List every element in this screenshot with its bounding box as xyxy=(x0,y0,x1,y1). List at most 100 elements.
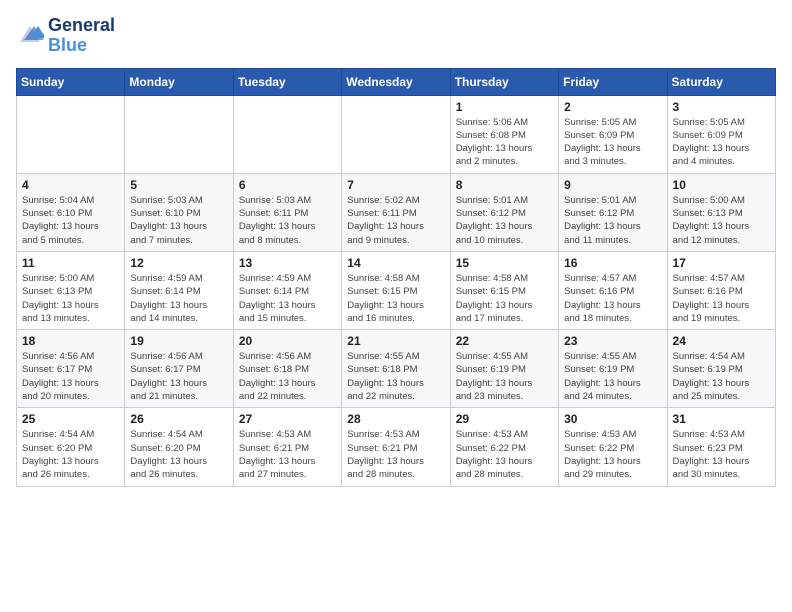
day-info: Sunrise: 4:56 AM Sunset: 6:17 PM Dayligh… xyxy=(22,350,119,403)
day-info: Sunrise: 4:55 AM Sunset: 6:19 PM Dayligh… xyxy=(564,350,661,403)
day-cell-21: 21Sunrise: 4:55 AM Sunset: 6:18 PM Dayli… xyxy=(342,330,450,408)
day-cell-15: 15 Sunrise: 4:58 AM Sunset: 6:15 PM Dayli… xyxy=(450,251,558,329)
day-info: Sunrise: 4:59 AM Sunset: 6:14 PM Dayligh… xyxy=(130,272,227,325)
logo-text: GeneralBlue xyxy=(48,16,115,56)
logo-icon xyxy=(16,22,44,50)
day-cell-17: 17 Sunrise: 4:57 AM Sunset: 6:16 PM Dayli… xyxy=(667,251,775,329)
day-info: Sunrise: 4:53 AM Sunset: 6:22 PM Dayligh… xyxy=(564,428,661,481)
day-cell-13: 13 Sunrise: 4:59 AM Sunset: 6:14 PM Dayli… xyxy=(233,251,341,329)
day-cell-3: 3 Sunrise: 5:05 AM Sunset: 6:09 PM Daylig… xyxy=(667,95,775,173)
day-info: Sunrise: 4:57 AM Sunset: 6:16 PM Dayligh… xyxy=(564,272,661,325)
calendar-table: SundayMondayTuesdayWednesdayThursdayFrid… xyxy=(16,68,776,487)
day-info: Sunrise: 5:02 AM Sunset: 6:11 PM Dayligh… xyxy=(347,194,444,247)
day-number: 11 xyxy=(22,256,119,270)
day-info: Sunrise: 4:56 AM Sunset: 6:17 PM Dayligh… xyxy=(130,350,227,403)
week-row-3: 11 Sunrise: 5:00 AM Sunset: 6:13 PM Dayli… xyxy=(17,251,776,329)
day-number: 20 xyxy=(239,334,336,348)
day-cell-4: 4Sunrise: 5:04 AM Sunset: 6:10 PM Daylig… xyxy=(17,173,125,251)
day-cell-27: 27Sunrise: 4:53 AM Sunset: 6:21 PM Dayli… xyxy=(233,408,341,486)
day-info: Sunrise: 4:53 AM Sunset: 6:22 PM Dayligh… xyxy=(456,428,553,481)
day-number: 31 xyxy=(673,412,770,426)
day-cell-5: 5 Sunrise: 5:03 AM Sunset: 6:10 PM Daylig… xyxy=(125,173,233,251)
day-number: 9 xyxy=(564,178,661,192)
week-row-4: 18Sunrise: 4:56 AM Sunset: 6:17 PM Dayli… xyxy=(17,330,776,408)
day-number: 23 xyxy=(564,334,661,348)
day-number: 1 xyxy=(456,100,553,114)
day-number: 14 xyxy=(347,256,444,270)
day-info: Sunrise: 4:58 AM Sunset: 6:15 PM Dayligh… xyxy=(456,272,553,325)
week-row-1: 1 Sunrise: 5:06 AM Sunset: 6:08 PM Daylig… xyxy=(17,95,776,173)
weekday-header-row: SundayMondayTuesdayWednesdayThursdayFrid… xyxy=(17,68,776,95)
day-cell-16: 16 Sunrise: 4:57 AM Sunset: 6:16 PM Dayli… xyxy=(559,251,667,329)
day-info: Sunrise: 4:53 AM Sunset: 6:21 PM Dayligh… xyxy=(347,428,444,481)
day-cell-8: 8 Sunrise: 5:01 AM Sunset: 6:12 PM Daylig… xyxy=(450,173,558,251)
day-number: 22 xyxy=(456,334,553,348)
week-row-2: 4Sunrise: 5:04 AM Sunset: 6:10 PM Daylig… xyxy=(17,173,776,251)
day-cell-30: 30Sunrise: 4:53 AM Sunset: 6:22 PM Dayli… xyxy=(559,408,667,486)
day-info: Sunrise: 4:57 AM Sunset: 6:16 PM Dayligh… xyxy=(673,272,770,325)
day-number: 15 xyxy=(456,256,553,270)
day-number: 17 xyxy=(673,256,770,270)
day-number: 16 xyxy=(564,256,661,270)
day-cell-20: 20 Sunrise: 4:56 AM Sunset: 6:18 PM Dayli… xyxy=(233,330,341,408)
day-info: Sunrise: 5:00 AM Sunset: 6:13 PM Dayligh… xyxy=(22,272,119,325)
day-info: Sunrise: 5:03 AM Sunset: 6:10 PM Dayligh… xyxy=(130,194,227,247)
week-row-5: 25 Sunrise: 4:54 AM Sunset: 6:20 PM Dayli… xyxy=(17,408,776,486)
day-info: Sunrise: 4:54 AM Sunset: 6:20 PM Dayligh… xyxy=(130,428,227,481)
weekday-header-friday: Friday xyxy=(559,68,667,95)
day-number: 5 xyxy=(130,178,227,192)
day-cell-19: 19 Sunrise: 4:56 AM Sunset: 6:17 PM Dayli… xyxy=(125,330,233,408)
day-info: Sunrise: 4:56 AM Sunset: 6:18 PM Dayligh… xyxy=(239,350,336,403)
day-number: 13 xyxy=(239,256,336,270)
day-cell-24: 24Sunrise: 4:54 AM Sunset: 6:19 PM Dayli… xyxy=(667,330,775,408)
day-cell-9: 9Sunrise: 5:01 AM Sunset: 6:12 PM Daylig… xyxy=(559,173,667,251)
day-info: Sunrise: 5:05 AM Sunset: 6:09 PM Dayligh… xyxy=(673,116,770,169)
day-number: 19 xyxy=(130,334,227,348)
day-number: 8 xyxy=(456,178,553,192)
day-number: 24 xyxy=(673,334,770,348)
page-header: GeneralBlue xyxy=(16,16,776,56)
weekday-header-saturday: Saturday xyxy=(667,68,775,95)
day-number: 25 xyxy=(22,412,119,426)
day-cell-1: 1 Sunrise: 5:06 AM Sunset: 6:08 PM Daylig… xyxy=(450,95,558,173)
day-info: Sunrise: 5:01 AM Sunset: 6:12 PM Dayligh… xyxy=(456,194,553,247)
day-cell-28: 28 Sunrise: 4:53 AM Sunset: 6:21 PM Dayli… xyxy=(342,408,450,486)
day-number: 21 xyxy=(347,334,444,348)
day-cell-26: 26 Sunrise: 4:54 AM Sunset: 6:20 PM Dayli… xyxy=(125,408,233,486)
day-cell-10: 10 Sunrise: 5:00 AM Sunset: 6:13 PM Dayli… xyxy=(667,173,775,251)
weekday-header-monday: Monday xyxy=(125,68,233,95)
weekday-header-wednesday: Wednesday xyxy=(342,68,450,95)
day-info: Sunrise: 5:00 AM Sunset: 6:13 PM Dayligh… xyxy=(673,194,770,247)
day-cell-22: 22 Sunrise: 4:55 AM Sunset: 6:19 PM Dayli… xyxy=(450,330,558,408)
empty-cell xyxy=(17,95,125,173)
day-number: 10 xyxy=(673,178,770,192)
day-number: 28 xyxy=(347,412,444,426)
day-number: 6 xyxy=(239,178,336,192)
day-number: 29 xyxy=(456,412,553,426)
day-cell-23: 23 Sunrise: 4:55 AM Sunset: 6:19 PM Dayli… xyxy=(559,330,667,408)
day-info: Sunrise: 4:53 AM Sunset: 6:21 PM Dayligh… xyxy=(239,428,336,481)
day-number: 12 xyxy=(130,256,227,270)
empty-cell xyxy=(342,95,450,173)
day-info: Sunrise: 4:53 AM Sunset: 6:23 PM Dayligh… xyxy=(673,428,770,481)
day-info: Sunrise: 4:55 AM Sunset: 6:19 PM Dayligh… xyxy=(456,350,553,403)
day-info: Sunrise: 5:06 AM Sunset: 6:08 PM Dayligh… xyxy=(456,116,553,169)
day-info: Sunrise: 4:59 AM Sunset: 6:14 PM Dayligh… xyxy=(239,272,336,325)
day-info: Sunrise: 5:03 AM Sunset: 6:11 PM Dayligh… xyxy=(239,194,336,247)
day-number: 26 xyxy=(130,412,227,426)
day-info: Sunrise: 4:54 AM Sunset: 6:20 PM Dayligh… xyxy=(22,428,119,481)
day-cell-18: 18Sunrise: 4:56 AM Sunset: 6:17 PM Dayli… xyxy=(17,330,125,408)
day-cell-2: 2 Sunrise: 5:05 AM Sunset: 6:09 PM Daylig… xyxy=(559,95,667,173)
day-cell-25: 25 Sunrise: 4:54 AM Sunset: 6:20 PM Dayli… xyxy=(17,408,125,486)
day-number: 2 xyxy=(564,100,661,114)
day-info: Sunrise: 5:05 AM Sunset: 6:09 PM Dayligh… xyxy=(564,116,661,169)
day-cell-14: 14 Sunrise: 4:58 AM Sunset: 6:15 PM Dayli… xyxy=(342,251,450,329)
day-number: 3 xyxy=(673,100,770,114)
day-number: 7 xyxy=(347,178,444,192)
logo: GeneralBlue xyxy=(16,16,115,56)
day-cell-7: 7 Sunrise: 5:02 AM Sunset: 6:11 PM Daylig… xyxy=(342,173,450,251)
empty-cell xyxy=(233,95,341,173)
day-cell-31: 31 Sunrise: 4:53 AM Sunset: 6:23 PM Dayli… xyxy=(667,408,775,486)
day-info: Sunrise: 4:58 AM Sunset: 6:15 PM Dayligh… xyxy=(347,272,444,325)
day-cell-11: 11 Sunrise: 5:00 AM Sunset: 6:13 PM Dayli… xyxy=(17,251,125,329)
